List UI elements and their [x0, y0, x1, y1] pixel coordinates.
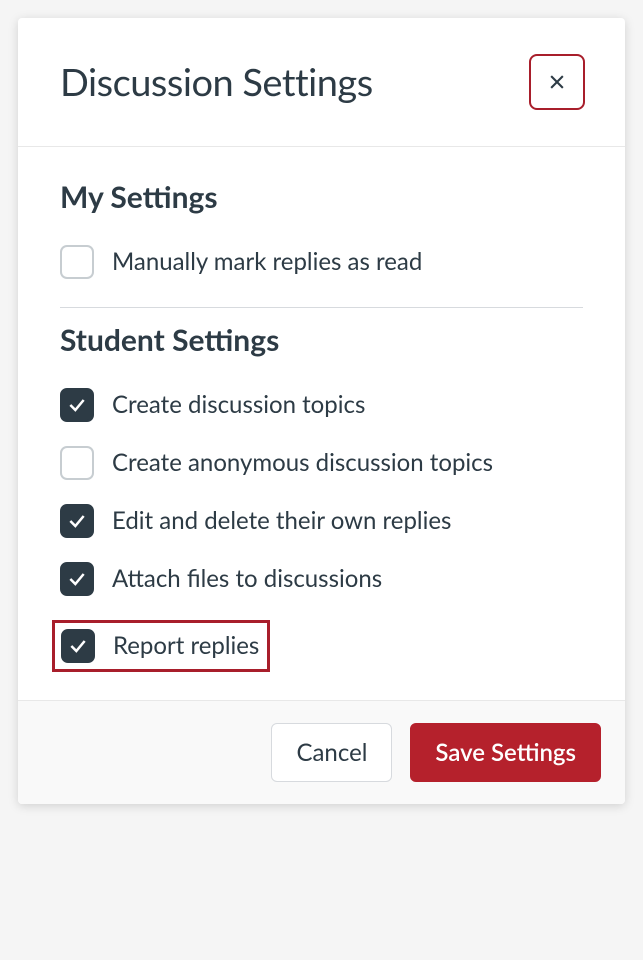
checkbox-create-topics[interactable] — [60, 388, 94, 422]
checkbox-label: Edit and delete their own replies — [112, 505, 451, 536]
modal-title: Discussion Settings — [60, 59, 373, 105]
setting-row-manually-mark: Manually mark replies as read — [60, 245, 583, 279]
student-settings-list: Create discussion topics Create anonymou… — [60, 388, 583, 672]
setting-row-anonymous-topics: Create anonymous discussion topics — [60, 446, 583, 480]
checkbox-label: Create discussion topics — [112, 389, 365, 420]
cancel-button[interactable]: Cancel — [271, 723, 392, 782]
student-settings-heading: Student Settings — [60, 322, 583, 358]
modal-body: My Settings Manually mark replies as rea… — [18, 147, 625, 700]
modal-header: Discussion Settings — [18, 18, 625, 147]
checkbox-label: Attach files to discussions — [112, 563, 382, 594]
checkbox-report-replies[interactable] — [61, 629, 95, 663]
my-settings-heading: My Settings — [60, 179, 583, 215]
checkbox-anonymous-topics[interactable] — [60, 446, 94, 480]
setting-row-report-replies: Report replies — [60, 620, 583, 672]
checkbox-label: Create anonymous discussion topics — [112, 447, 493, 478]
check-icon — [67, 395, 87, 415]
checkbox-label: Report replies — [113, 630, 259, 661]
check-icon — [67, 511, 87, 531]
close-icon — [547, 72, 567, 92]
modal-footer: Cancel Save Settings — [18, 700, 625, 804]
setting-row-attach-files: Attach files to discussions — [60, 562, 583, 596]
checkbox-edit-delete[interactable] — [60, 504, 94, 538]
check-icon — [67, 569, 87, 589]
setting-row-create-topics: Create discussion topics — [60, 388, 583, 422]
discussion-settings-modal: Discussion Settings My Settings Manually… — [18, 18, 625, 804]
checkbox-attach-files[interactable] — [60, 562, 94, 596]
check-icon — [68, 636, 88, 656]
highlight-outline: Report replies — [52, 620, 270, 672]
section-divider — [60, 307, 583, 308]
checkbox-manually-mark[interactable] — [60, 245, 94, 279]
checkbox-label: Manually mark replies as read — [112, 246, 422, 277]
setting-row-edit-delete: Edit and delete their own replies — [60, 504, 583, 538]
close-button[interactable] — [529, 54, 585, 110]
save-settings-button[interactable]: Save Settings — [410, 723, 601, 782]
